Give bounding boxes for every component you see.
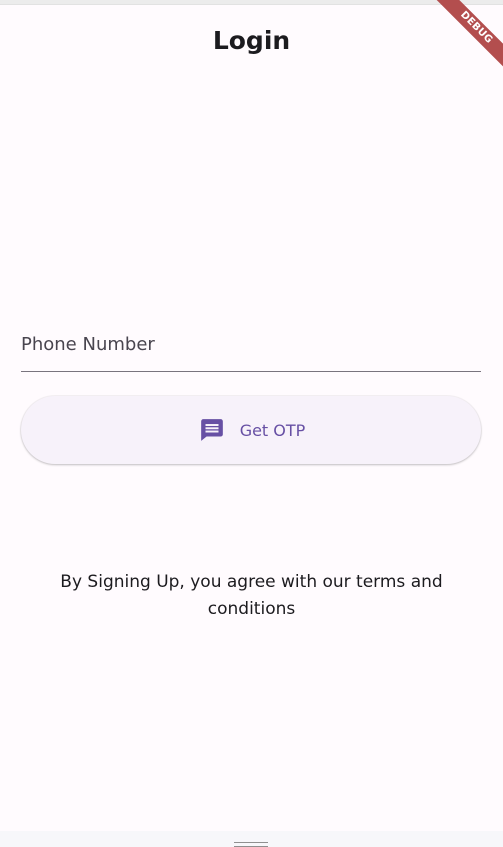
top-edge [0,0,503,5]
phone-number-field[interactable] [21,318,481,372]
system-navigation-bar [0,831,503,847]
get-otp-label: Get OTP [239,420,306,440]
message-icon [197,415,227,445]
app-bar: Login [0,6,503,78]
terms-text: By Signing Up, you agree with our terms … [60,572,443,619]
phone-field-underline [21,371,481,372]
page-title: Login [212,26,291,55]
get-otp-button[interactable]: Get OTP [21,396,481,464]
gesture-handle-icon [234,842,268,847]
phone-number-input[interactable] [21,318,481,371]
